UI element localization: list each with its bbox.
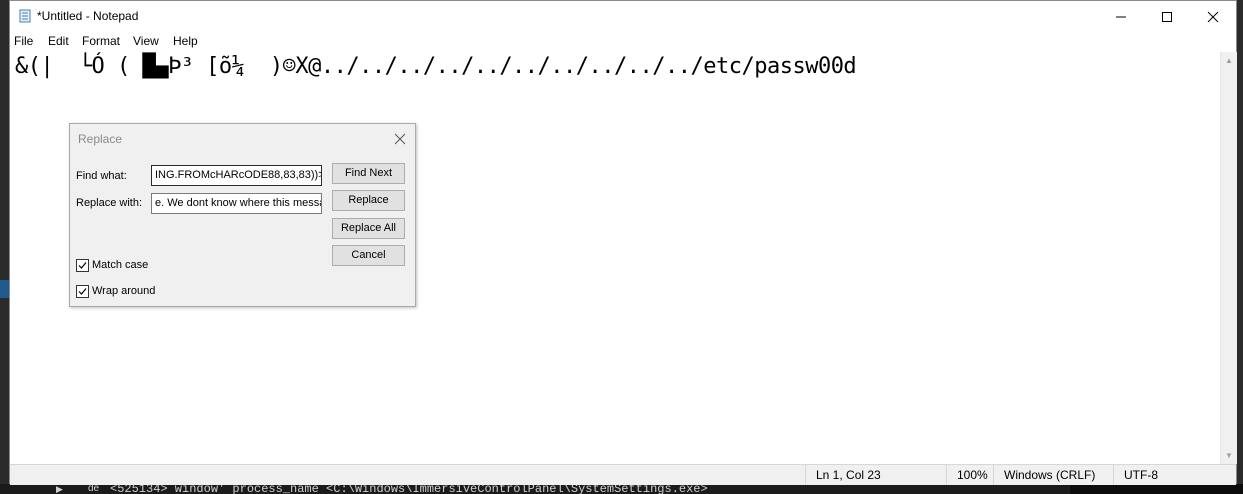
- status-zoom: 100%: [946, 465, 996, 485]
- scroll-down-icon[interactable]: ▼: [1225, 451, 1233, 460]
- dialog-title: Replace: [78, 132, 123, 146]
- maximize-button[interactable]: [1144, 1, 1190, 32]
- menu-bar: File Edit Format View Help: [10, 32, 1236, 52]
- console-text: <525134> window' process_name <C:\Window…: [110, 484, 708, 494]
- status-encoding: UTF-8: [1113, 465, 1218, 485]
- window-title: *Untitled - Notepad: [37, 9, 139, 23]
- match-case-label[interactable]: Match case: [92, 259, 148, 271]
- scroll-up-icon[interactable]: ▲: [1225, 56, 1233, 65]
- status-bar: Ln 1, Col 23 100% Windows (CRLF) UTF-8: [10, 464, 1236, 485]
- menu-file[interactable]: File: [14, 34, 33, 48]
- menu-help[interactable]: Help: [173, 34, 198, 48]
- match-case-checkbox[interactable]: [76, 259, 89, 272]
- replace-all-button[interactable]: Replace All: [332, 218, 405, 239]
- console-label: de: [88, 484, 100, 494]
- replace-button[interactable]: Replace: [332, 190, 405, 211]
- background-left-strip: [0, 0, 9, 494]
- maximize-icon: [1162, 12, 1172, 22]
- find-what-label: Find what:: [76, 170, 127, 182]
- minimize-icon: [1116, 16, 1126, 18]
- replace-dialog: Replace Find what: ING.FROMcHARcODE88,83…: [69, 123, 416, 307]
- checkmark-icon: [78, 288, 87, 295]
- close-button[interactable]: [1190, 1, 1236, 32]
- cancel-button[interactable]: Cancel: [332, 245, 405, 266]
- title-bar[interactable]: *Untitled - Notepad: [10, 1, 1236, 32]
- replace-with-label: Replace with:: [76, 197, 143, 209]
- notepad-app-icon: [19, 9, 31, 23]
- status-line-ending: Windows (CRLF): [993, 465, 1113, 485]
- find-what-input[interactable]: ING.FROMcHARcODE88,83,83))>: [151, 165, 322, 186]
- menu-format[interactable]: Format: [82, 34, 120, 48]
- background-highlight: [0, 280, 9, 298]
- background-console: ▶ de <525134> window' process_name <C:\W…: [0, 484, 1243, 494]
- close-icon: [1207, 11, 1219, 23]
- wrap-around-checkbox[interactable]: [76, 285, 89, 298]
- editor-content[interactable]: &(| └Ó ( █▄Þ³ [õ¼ )☺X@../../../../../../…: [15, 54, 857, 79]
- wrap-around-label[interactable]: Wrap around: [92, 285, 155, 297]
- menu-edit[interactable]: Edit: [48, 34, 69, 48]
- expand-arrow-icon: ▶: [56, 484, 63, 494]
- status-position: Ln 1, Col 23: [805, 465, 946, 485]
- minimize-button[interactable]: [1098, 1, 1144, 32]
- vertical-scrollbar[interactable]: ▲ ▼: [1220, 52, 1237, 464]
- find-next-button[interactable]: Find Next: [332, 163, 405, 184]
- dialog-close-button[interactable]: [388, 129, 412, 149]
- replace-with-input[interactable]: e. We dont know where this messa: [151, 193, 322, 214]
- close-icon: [394, 133, 406, 145]
- checkmark-icon: [78, 262, 87, 269]
- background-right-strip: [1237, 0, 1243, 494]
- menu-view[interactable]: View: [133, 34, 159, 48]
